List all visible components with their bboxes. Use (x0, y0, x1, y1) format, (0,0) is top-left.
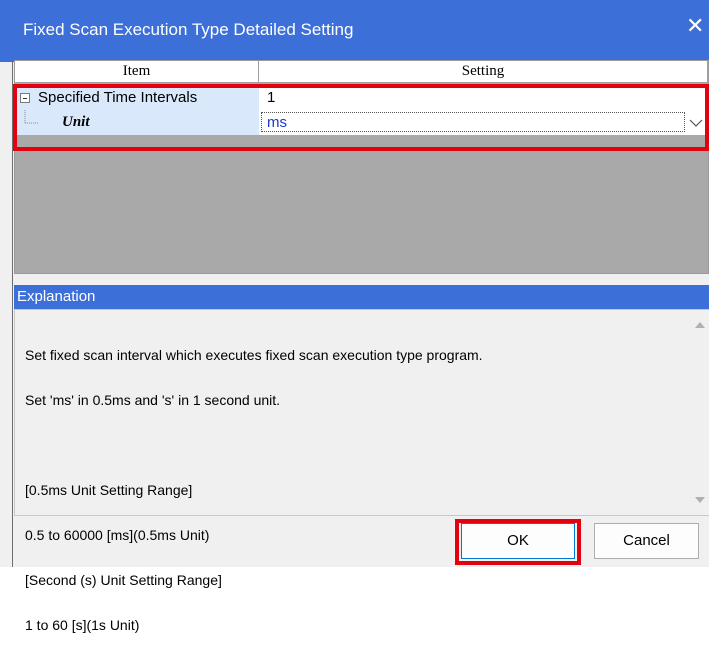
highlight-frame-ok (455, 519, 581, 565)
explanation-header: Explanation (14, 285, 709, 309)
column-header-setting: Setting (259, 61, 708, 83)
cancel-button[interactable]: Cancel (594, 523, 699, 559)
explanation-line: Set fixed scan interval which executes f… (25, 347, 483, 363)
dialog-window: Fixed Scan Execution Type Detailed Setti… (0, 0, 709, 633)
explanation-line: [Second (s) Unit Setting Range] (25, 572, 222, 588)
column-header-item: Item (15, 61, 259, 83)
scroll-up-icon[interactable] (693, 320, 707, 330)
highlight-frame-settings (13, 84, 709, 151)
title-bar: Fixed Scan Execution Type Detailed Setti… (0, 0, 709, 62)
close-icon[interactable]: ✕ (686, 16, 704, 38)
explanation-panel: Set fixed scan interval which executes f… (14, 309, 709, 633)
explanation-line: Set 'ms' in 0.5ms and 's' in 1 second un… (25, 392, 281, 408)
explanation-text: Set fixed scan interval which executes f… (25, 318, 675, 663)
explanation-scrollbar[interactable] (691, 310, 709, 515)
scroll-down-icon[interactable] (693, 495, 707, 505)
explanation-line: 1 to 60 [s](1s Unit) (25, 617, 140, 633)
explanation-line: [0.5ms Unit Setting Range] (25, 482, 193, 498)
dialog-title: Fixed Scan Execution Type Detailed Setti… (23, 20, 354, 39)
explanation-line (25, 438, 675, 453)
